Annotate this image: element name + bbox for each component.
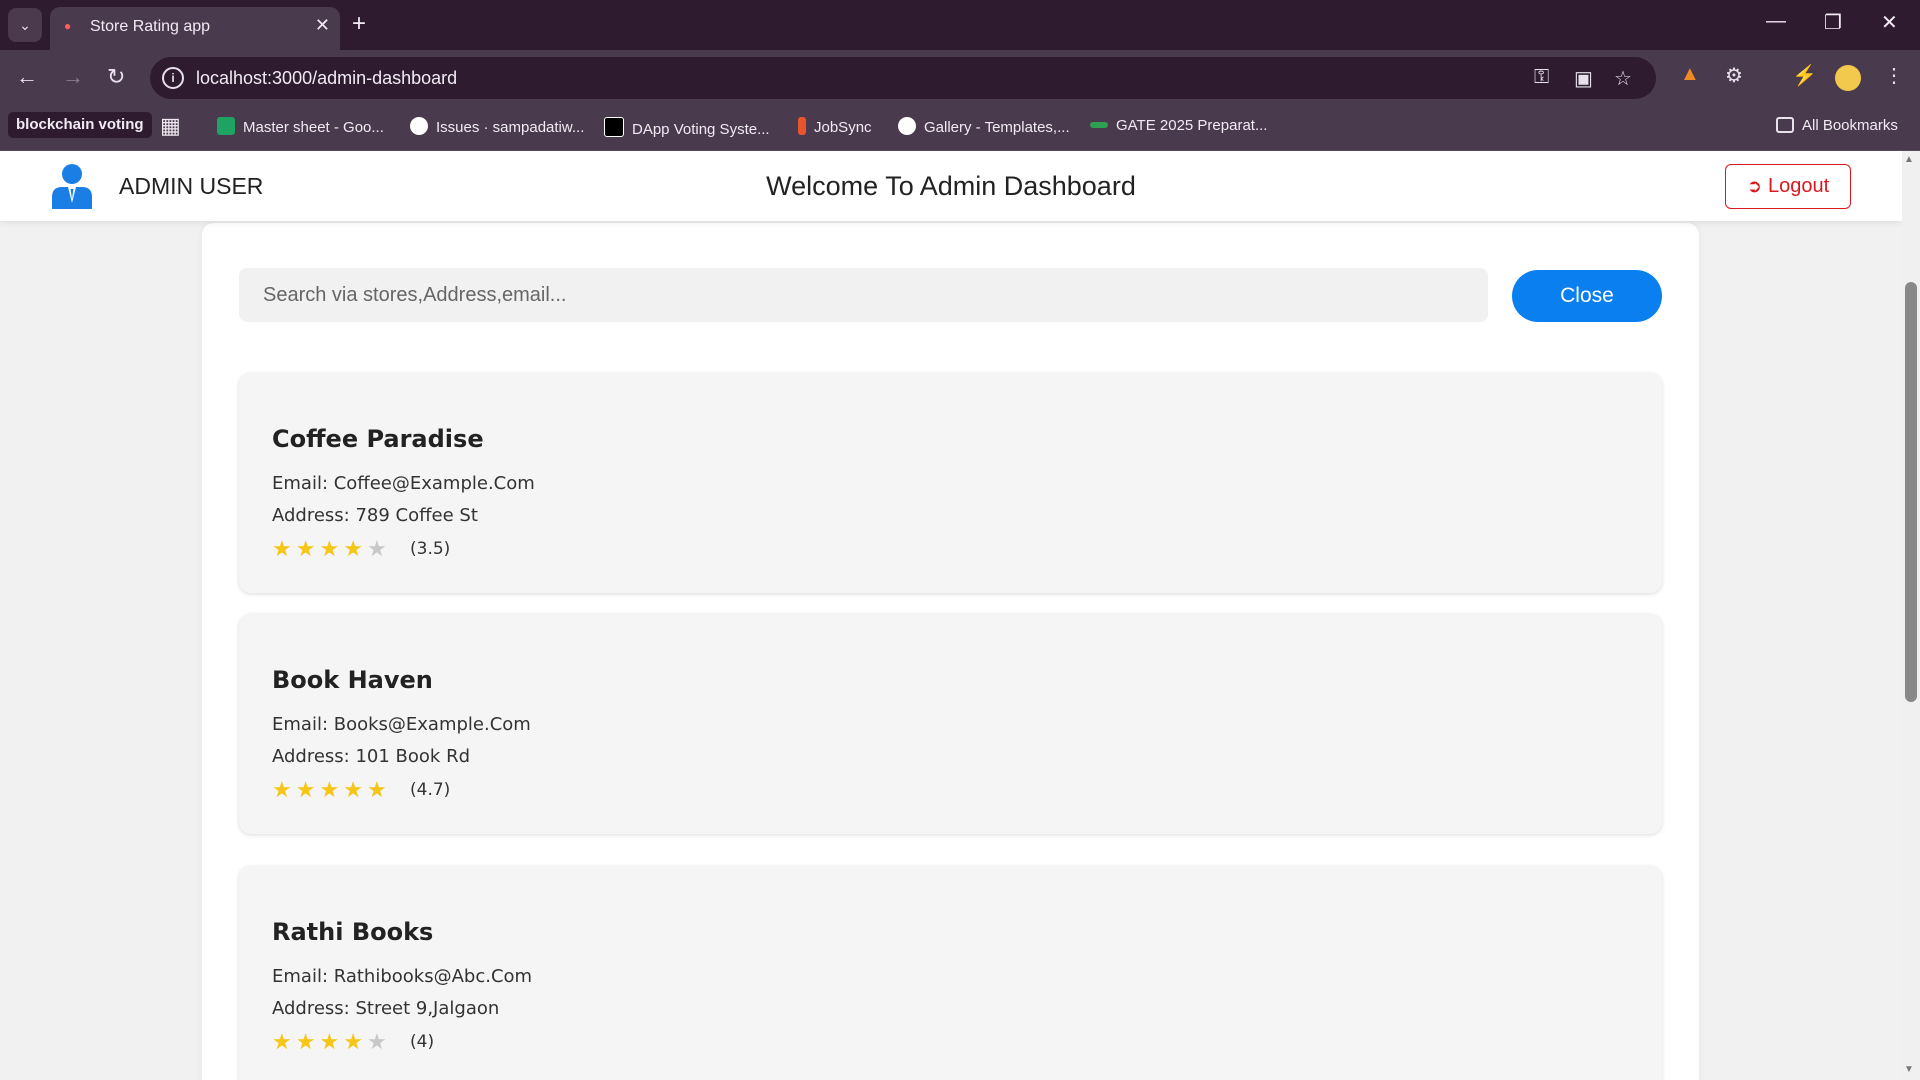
minimize-icon[interactable]: — [1766,10,1786,33]
star-icon: ★ [343,536,367,561]
rating-value: (3.5) [410,539,451,559]
metamask-icon[interactable]: ▲ [1680,63,1700,86]
menu-icon[interactable]: ⋮ [1884,63,1904,88]
window-close-icon[interactable]: ✕ [1881,10,1898,35]
profile-avatar[interactable] [1835,65,1861,91]
store-email: Email: Coffee@Example.Com [272,473,535,494]
forward-icon[interactable]: → [62,64,84,90]
reload-icon[interactable]: ↻ [107,64,125,90]
star-rating: ★★★★★ [272,1029,391,1055]
store-card: Rathi Books Email: Rathibooks@Abc.Com Ad… [239,866,1662,1080]
store-address: Address: Street 9,Jalgaon [272,998,500,1019]
store-name: Coffee Paradise [272,425,484,453]
performance-icon[interactable]: ⚡ [1792,63,1817,88]
bookmark-master-sheet[interactable]: Master sheet - Goo... [217,117,384,136]
scroll-down-icon[interactable]: ▼ [1904,1064,1914,1075]
store-name: Book Haven [272,666,433,694]
star-icon: ★ [295,777,320,802]
bookmark-blockchain-voting[interactable]: blockchain voting [8,112,152,138]
bookmark-issues[interactable]: Issues · sampadatiw... [410,117,584,136]
logout-label: Logout [1767,175,1830,197]
password-key-icon[interactable]: ⚿ [1534,66,1549,89]
star-icon: ★ [343,1029,367,1054]
bookmark-jobsync[interactable]: JobSync [798,117,872,136]
store-list-panel: Close Coffee Paradise Email: Coffee@Exam… [202,223,1699,1080]
star-icon: ★ [366,1029,391,1054]
page-viewport: ADMIN USER Welcome To Admin Dashboard ➲ … [0,151,1902,1080]
store-card: Coffee Paradise Email: Coffee@Example.Co… [239,373,1662,593]
star-rating: ★★★★★ [272,777,391,803]
site-info-icon[interactable]: i [162,67,184,89]
extensions-icon[interactable]: ⚙ [1725,63,1743,88]
dashboard-header: ADMIN USER Welcome To Admin Dashboard ➲ … [0,151,1902,221]
medium-icon [604,117,624,137]
star-icon: ★ [272,777,296,802]
rating-value: (4) [410,1032,435,1052]
star-rating: ★★★★★ [272,536,391,562]
back-icon[interactable]: ← [16,64,38,90]
browser-tab-bar: ⌄ ● Store Rating app ✕ + — ❐ ✕ [0,0,1920,50]
jobsync-icon [798,117,806,135]
store-email: Email: Rathibooks@Abc.Com [272,966,533,987]
star-icon: ★ [295,1029,320,1054]
github-icon [410,117,428,135]
store-address: Address: 789 Coffee St [272,505,478,526]
browser-toolbar: ← → ↻ i localhost:3000/admin-dashboard ⚿… [0,50,1920,107]
store-card: Book Haven Email: Books@Example.Com Addr… [239,614,1662,834]
tab-title: Store Rating app [90,18,211,35]
store-email: Email: Books@Example.Com [272,714,531,735]
bookmarks-bar: All Bookmarks ▦ Master sheet - Goo... Is… [0,107,1920,151]
pin-icon: ● [64,19,72,33]
logout-icon: ➲ [1746,176,1762,196]
bookmark-dapp-voting[interactable]: DApp Voting Syste... [604,117,770,138]
new-tab-icon[interactable]: + [352,10,366,38]
scroll-up-icon[interactable]: ▲ [1904,154,1914,165]
apps-grid-icon[interactable]: ▦ [160,113,181,139]
tab-search-chevron-icon[interactable]: ⌄ [8,8,42,42]
restore-icon[interactable]: ❐ [1824,10,1842,35]
browser-tab[interactable]: ● Store Rating app ✕ [50,7,340,50]
star-icon: ★ [366,536,391,561]
gate-icon [1090,122,1108,128]
scrollbar-thumb[interactable] [1905,282,1917,702]
star-icon: ★ [272,536,296,561]
star-icon: ★ [319,536,344,561]
star-icon: ★ [319,1029,344,1054]
gallery-icon [898,117,916,135]
address-bar[interactable]: i localhost:3000/admin-dashboard ⚿ ▣ ☆ [150,57,1656,99]
all-bookmarks[interactable]: All Bookmarks [1776,117,1898,134]
close-button[interactable]: Close [1512,270,1662,322]
search-input[interactable] [239,268,1488,322]
store-name: Rathi Books [272,918,434,946]
star-icon: ★ [319,777,344,802]
star-icon: ★ [343,777,367,802]
star-icon: ★ [272,1029,296,1054]
bookmark-gate[interactable]: GATE 2025 Preparat... [1090,117,1267,134]
star-icon: ★ [295,536,320,561]
star-icon: ★ [366,777,391,802]
bookmark-star-icon[interactable]: ☆ [1614,66,1632,91]
store-address: Address: 101 Book Rd [272,746,470,767]
install-app-icon[interactable]: ▣ [1574,66,1593,91]
close-tab-icon[interactable]: ✕ [315,15,330,36]
page-title: Welcome To Admin Dashboard [766,171,1136,201]
sheets-icon [217,117,235,135]
folder-icon [1776,117,1794,133]
bookmark-gallery[interactable]: Gallery - Templates,... [898,117,1070,136]
rating-value: (4.7) [410,780,451,800]
logout-button[interactable]: ➲ Logout [1725,164,1851,209]
url-text[interactable]: localhost:3000/admin-dashboard [196,68,457,89]
